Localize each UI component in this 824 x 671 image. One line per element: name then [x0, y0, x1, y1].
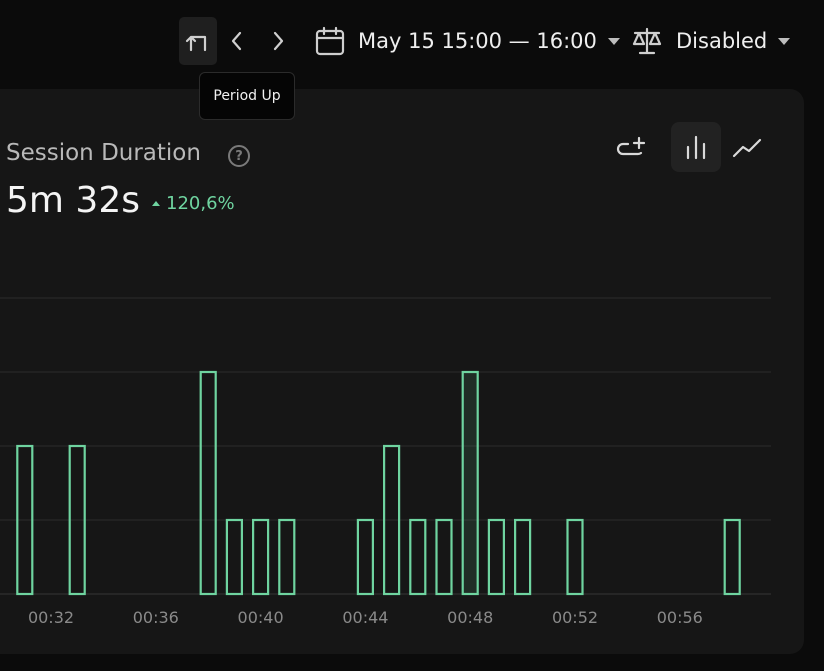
period-up-tooltip: Period Up [199, 72, 295, 120]
chart-bar[interactable] [723, 518, 741, 596]
chart-bar[interactable] [252, 518, 270, 596]
chart-bar[interactable] [461, 370, 479, 596]
chart-bar[interactable] [278, 518, 296, 596]
x-tick-label: 00:32 [28, 608, 74, 627]
x-tick-label: 00:44 [342, 608, 388, 627]
chart-bar[interactable] [225, 518, 243, 596]
chart-bar[interactable] [199, 370, 217, 596]
chart-bar[interactable] [356, 518, 374, 596]
x-tick-label: 00:48 [447, 608, 493, 627]
chart-bar[interactable] [487, 518, 505, 596]
session-duration-chart: 00:32 00:36 00:40 00:44 00:48 00:52 00:56 [0, 297, 771, 627]
chart-bar[interactable] [513, 518, 532, 596]
chart-bar[interactable] [435, 518, 453, 596]
x-tick-label: 00:56 [657, 608, 703, 627]
x-tick-label: 00:52 [552, 608, 598, 627]
x-tick-label: 00:40 [238, 608, 284, 627]
chart-bar[interactable] [566, 518, 584, 596]
chart-bar[interactable] [409, 518, 427, 596]
x-tick-label: 00:36 [133, 608, 179, 627]
